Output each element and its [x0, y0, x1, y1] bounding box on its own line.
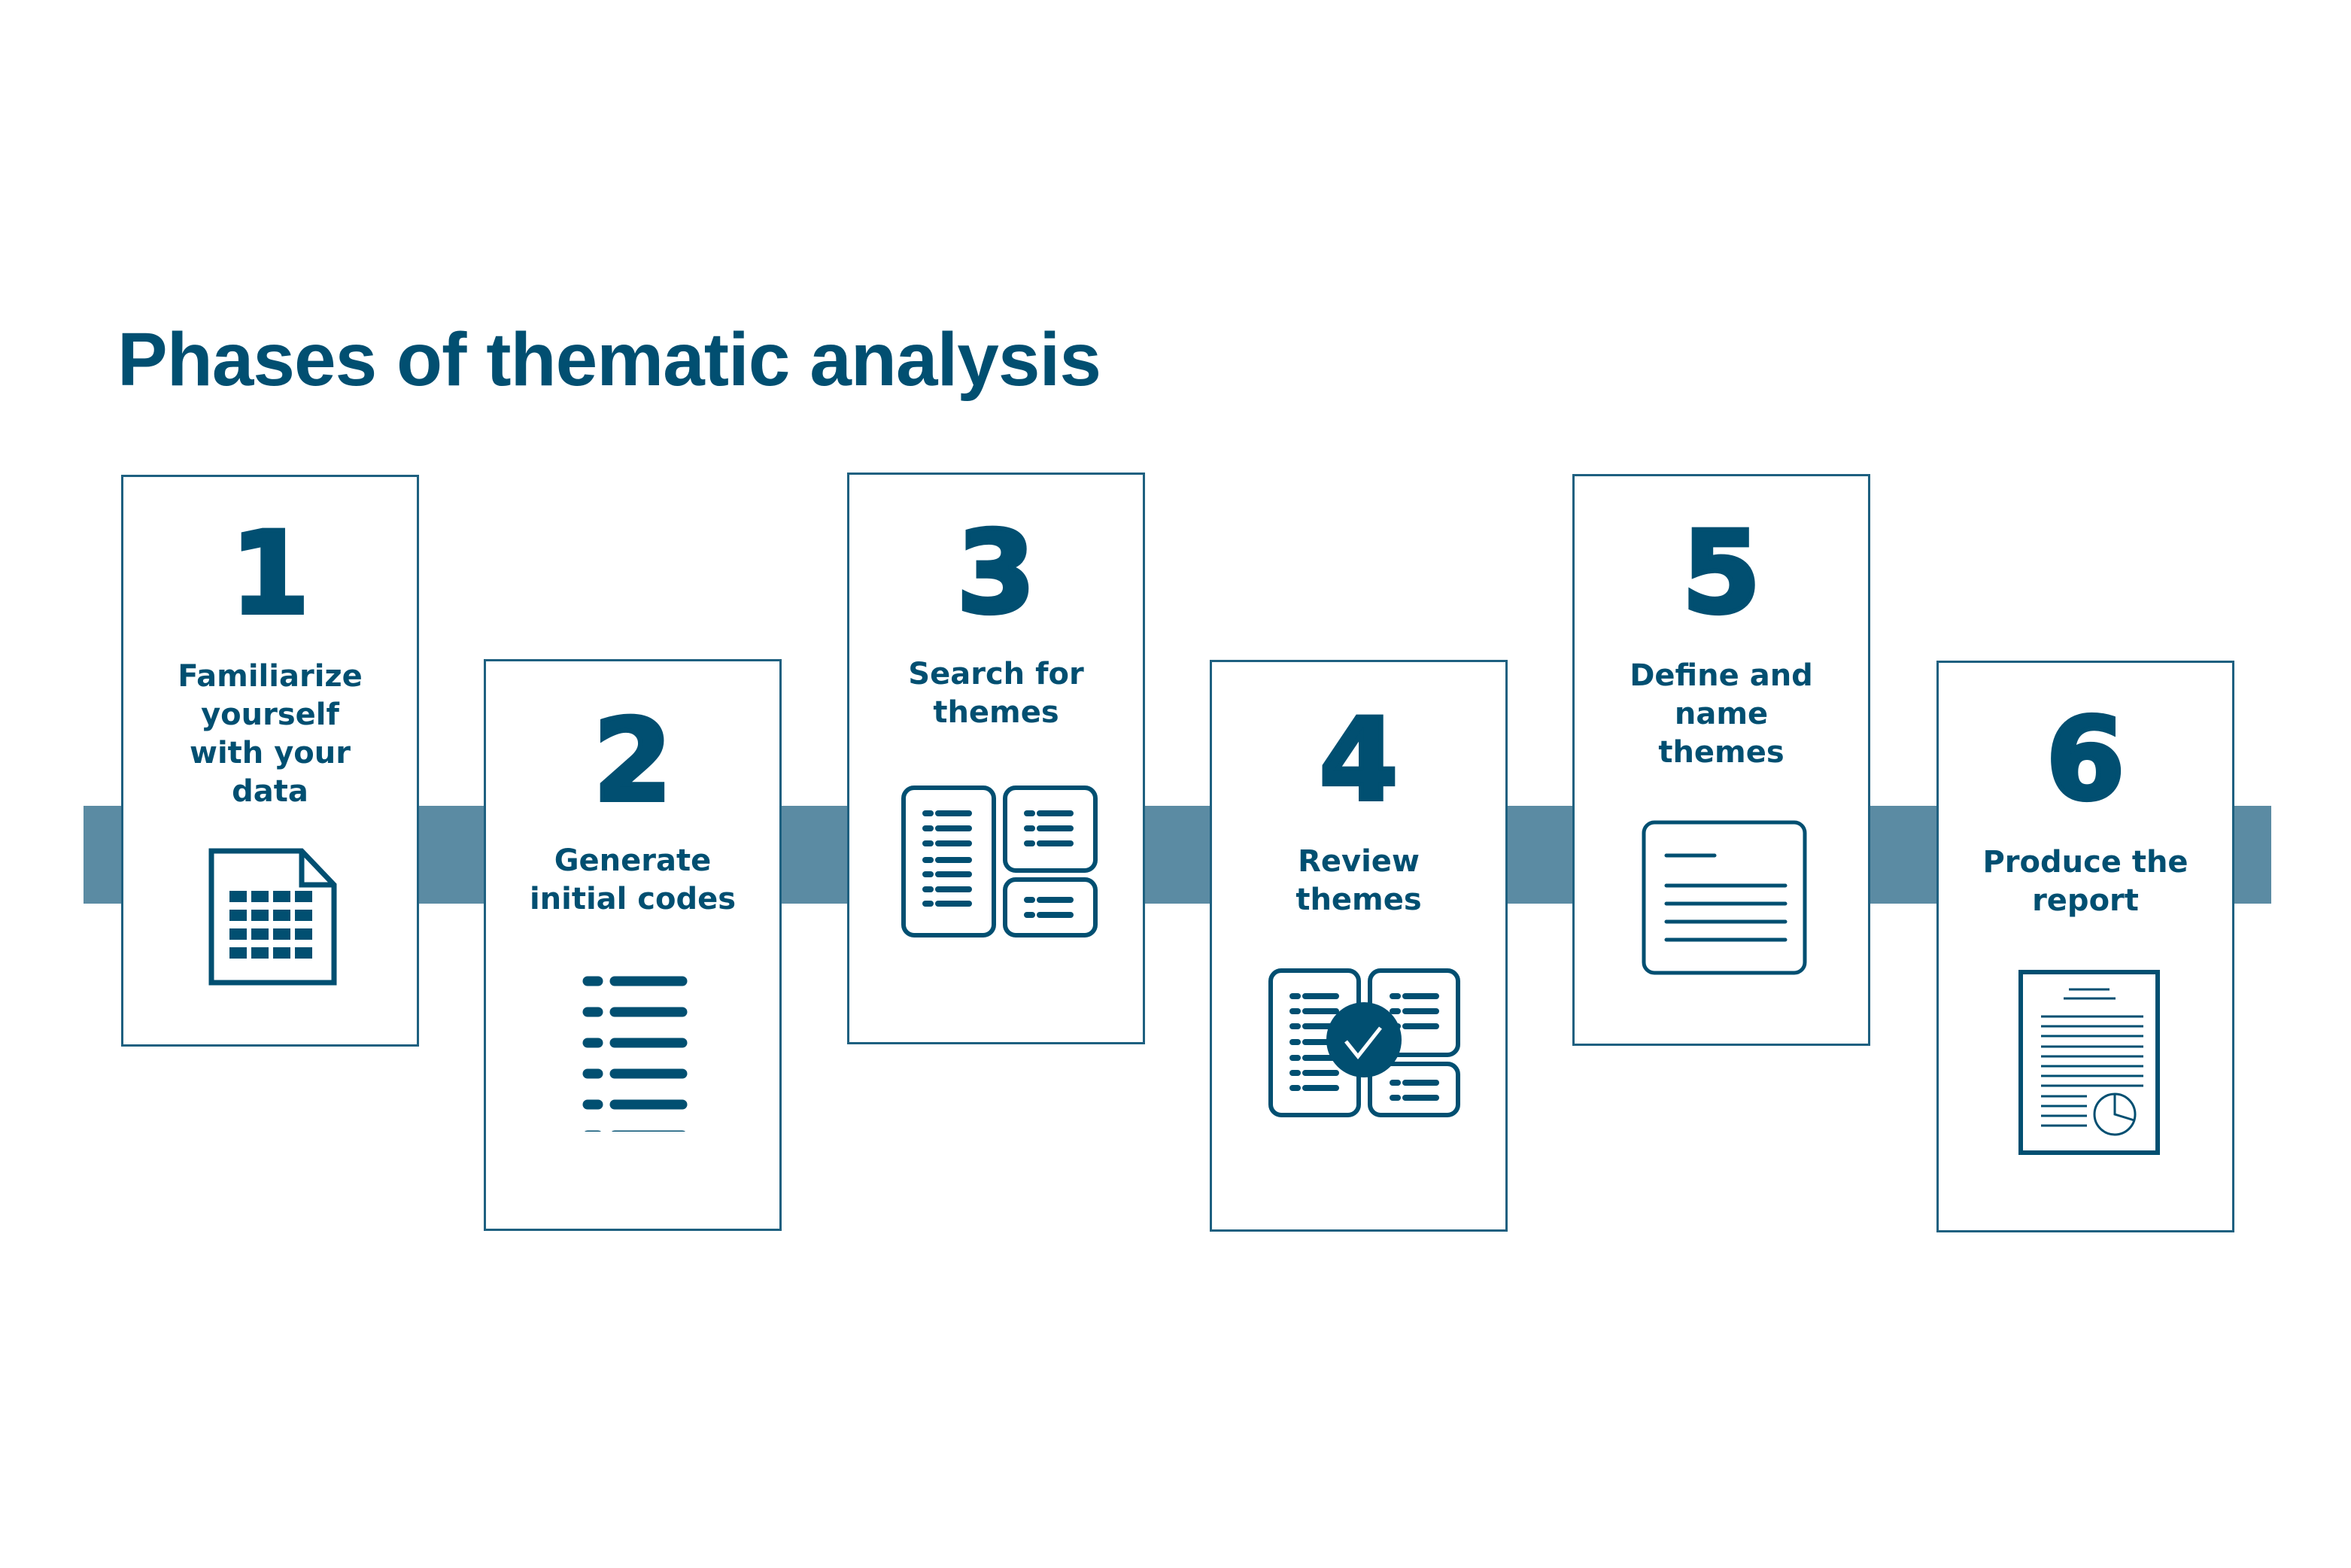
phase-number: 4 [1317, 695, 1400, 826]
phase-card-1: 1 Familiarize yourself with your data [121, 475, 419, 1047]
text-card-icon [1642, 820, 1807, 975]
phase-number: 1 [229, 509, 311, 640]
phase-label: Produce the report [1982, 845, 2188, 918]
phase-label: Review themes [1295, 844, 1422, 917]
page-title: Phases of thematic analysis [117, 318, 1101, 402]
checkmark-badge [1326, 1002, 1402, 1077]
bulleted-list-icon [582, 976, 688, 1132]
spreadsheet-document-icon [208, 848, 337, 986]
phase-number: 5 [1680, 508, 1763, 639]
phase-card-5: 5 Define and name themes [1572, 474, 1870, 1046]
phase-number: 3 [955, 508, 1037, 639]
phase-card-2: 2 Generate initial codes [484, 659, 782, 1231]
phase-number: 2 [591, 696, 674, 827]
grouped-lists-checkmark-icon [1268, 968, 1460, 1117]
phase-card-6: 6 Produce the report [1936, 661, 2234, 1232]
phase-label: Familiarize yourself with your data [178, 659, 363, 809]
phase-label: Search for themes [908, 657, 1084, 730]
pie-chart-icon [2093, 1092, 2137, 1136]
phase-label: Generate initial codes [529, 843, 737, 916]
grouped-lists-icon [901, 786, 1098, 937]
report-document-pie-chart-icon [2018, 970, 2160, 1155]
phase-label: Define and name themes [1630, 658, 1813, 770]
phase-card-3: 3 Search for themes [847, 473, 1145, 1044]
phase-card-4: 4 Review themes [1210, 660, 1508, 1232]
phase-number: 6 [2044, 694, 2127, 825]
